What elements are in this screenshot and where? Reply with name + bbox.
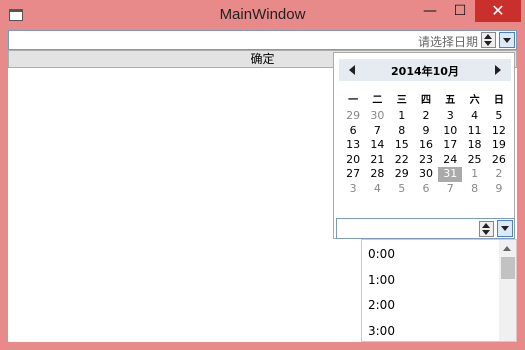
minimize-button[interactable]: — [415,0,445,22]
time-scrollbar[interactable] [499,240,516,341]
maximize-button[interactable]: ☐ [445,0,475,22]
calendar-day[interactable]: 24 [438,153,462,168]
calendar-month-label[interactable]: 2014年10月 [339,63,511,79]
scroll-up-icon[interactable] [503,246,511,251]
calendar-day[interactable]: 10 [438,124,462,139]
calendar-day[interactable]: 21 [365,153,389,168]
weekday-label: 六 [469,95,480,106]
date-picker-input[interactable]: 请选择日期 [8,30,517,50]
weekday-label: 二 [372,95,383,106]
scroll-thumb[interactable] [501,257,515,279]
time-input[interactable] [336,218,515,239]
calendar-day[interactable]: 30 [414,167,438,182]
client-area: 请选择日期 确定 2014年10月 一二三四五六日 29 30 1 2 3 4 5 6 7 8 9 1… [8,30,517,342]
calendar-day[interactable]: 8 [390,124,414,139]
calendar-day[interactable]: 28 [365,167,389,182]
calendar-day[interactable]: 11 [462,124,486,139]
calendar-day[interactable]: 6 [414,182,438,197]
calendar-popup: 2014年10月 一二三四五六日 29 30 1 2 3 4 5 6 7 8 9 10 11 12 13 14… [333,52,515,239]
calendar-day[interactable]: 23 [414,153,438,168]
calendar-day[interactable]: 30 [365,109,389,124]
time-option[interactable]: 3:00 [368,324,395,338]
weekday-label: 一 [348,95,359,106]
calendar-day[interactable]: 27 [341,167,365,182]
weekday-label: 五 [445,95,456,106]
calendar-day[interactable]: 29 [341,109,365,124]
calendar-header: 2014年10月 [339,59,511,81]
calendar-day[interactable]: 15 [390,138,414,153]
calendar-day[interactable]: 18 [462,138,486,153]
weekday-label: 四 [420,95,431,106]
calendar-day[interactable]: 29 [390,167,414,182]
spin-down-icon[interactable] [484,41,492,46]
calendar-day[interactable]: 1 [390,109,414,124]
spin-up-icon[interactable] [482,223,490,228]
date-placeholder: 请选择日期 [417,35,478,49]
title-bar: MainWindow — ☐ ✕ [0,0,525,30]
calendar-day[interactable]: 22 [390,153,414,168]
calendar-day[interactable]: 7 [365,124,389,139]
calendar-day[interactable]: 6 [341,124,365,139]
weekday-label: 日 [493,95,504,106]
time-dropdown-list: 0:00 1:00 2:00 3:00 [361,239,517,342]
calendar-day[interactable]: 3 [438,109,462,124]
calendar-day[interactable]: 4 [462,109,486,124]
date-spinner[interactable] [481,32,496,48]
calendar-day[interactable]: 17 [438,138,462,153]
calendar-day[interactable]: 4 [365,182,389,197]
calendar-day[interactable]: 14 [365,138,389,153]
date-dropdown-button[interactable] [499,32,515,48]
weekday-label: 三 [396,95,407,106]
calendar-day[interactable]: 9 [487,182,511,197]
day-grid: 29 30 1 2 3 4 5 6 7 8 9 10 11 12 13 14 15 16 17 18 19 20 21 22 2… [341,109,511,196]
time-dropdown-button[interactable] [497,220,513,237]
calendar-day[interactable]: 26 [487,153,511,168]
calendar-day[interactable]: 7 [438,182,462,197]
next-month-icon[interactable] [495,65,501,75]
calendar-day[interactable]: 3 [341,182,365,197]
calendar-day[interactable]: 2 [487,167,511,182]
calendar-day[interactable]: 8 [462,182,486,197]
calendar-day[interactable]: 9 [414,124,438,139]
chevron-down-icon [503,38,511,43]
calendar-day[interactable]: 13 [341,138,365,153]
spin-down-icon[interactable] [482,230,490,235]
close-button[interactable]: ✕ [475,0,521,22]
calendar-day[interactable]: 20 [341,153,365,168]
time-option[interactable]: 2:00 [368,298,395,312]
spin-up-icon[interactable] [484,34,492,39]
calendar-day[interactable]: 16 [414,138,438,153]
calendar-day[interactable]: 12 [487,124,511,139]
time-spinner[interactable] [479,221,494,237]
calendar-day[interactable]: 5 [390,182,414,197]
calendar-day[interactable]: 5 [487,109,511,124]
weekday-header: 一二三四五六日 [341,91,511,106]
time-option[interactable]: 0:00 [368,247,395,261]
calendar-day[interactable]: 1 [462,167,486,182]
selected-day[interactable]: 31 [438,167,463,182]
calendar-day[interactable]: 2 [414,109,438,124]
chevron-down-icon [501,226,509,231]
time-option[interactable]: 1:00 [368,273,395,287]
calendar-day[interactable]: 19 [487,138,511,153]
calendar-day[interactable]: 25 [462,153,486,168]
